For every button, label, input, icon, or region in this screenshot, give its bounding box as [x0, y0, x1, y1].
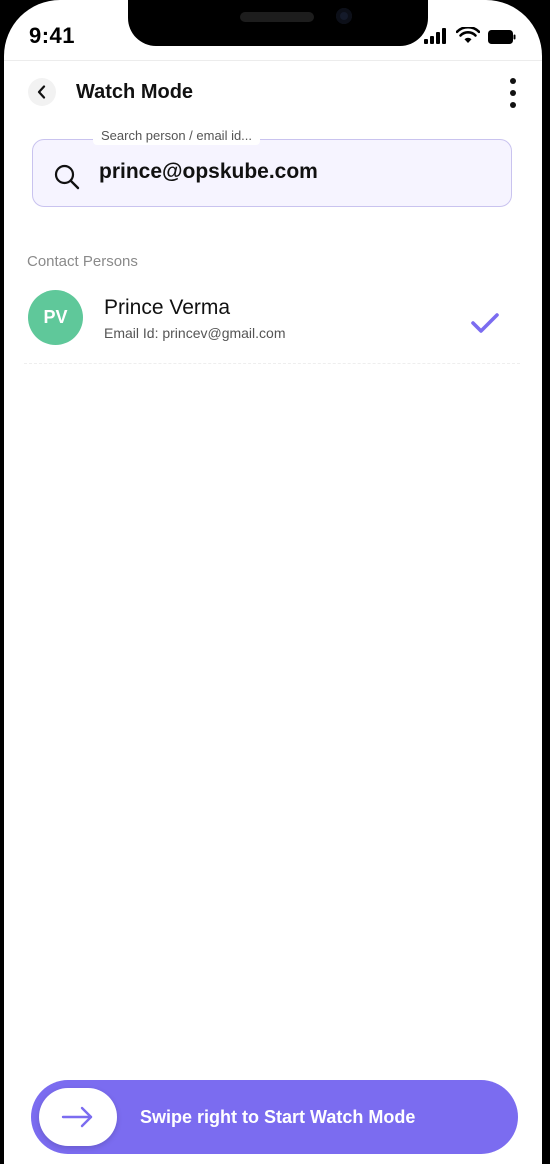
status-divider — [4, 60, 542, 61]
cellular-signal-icon — [424, 28, 446, 44]
battery-icon — [488, 30, 516, 44]
avatar: PV — [28, 290, 83, 345]
search-field[interactable]: Search person / email id... — [32, 126, 512, 207]
status-icons — [424, 27, 516, 44]
app-header: Watch Mode — [4, 72, 542, 114]
swipe-handle[interactable] — [39, 1088, 117, 1146]
search-label: Search person / email id... — [93, 126, 261, 145]
page-title: Watch Mode — [76, 81, 194, 103]
section-title: Contact Persons — [27, 253, 138, 270]
more-dot-icon — [510, 78, 516, 84]
contact-list-item[interactable]: PV Prince Verma Email Id: princev@gmail.… — [24, 285, 520, 364]
more-options-button[interactable] — [506, 78, 520, 108]
arrow-right-icon — [61, 1106, 93, 1128]
check-icon[interactable] — [470, 311, 500, 335]
wifi-icon — [456, 27, 480, 43]
camera — [336, 8, 352, 24]
chevron-left-icon — [37, 85, 46, 99]
swipe-to-start-bar[interactable]: Swipe right to Start Watch Mode — [31, 1080, 518, 1154]
notch — [128, 0, 428, 46]
search-icon — [54, 164, 80, 190]
status-time: 9:41 — [29, 23, 76, 48]
contact-name: Prince Verma — [104, 296, 231, 319]
speaker — [240, 12, 314, 22]
contact-email: Email Id: princev@gmail.com — [104, 325, 286, 341]
swipe-label: Swipe right to Start Watch Mode — [140, 1107, 416, 1127]
more-dot-icon — [510, 90, 516, 96]
more-dot-icon — [510, 102, 516, 108]
phone-screen: 9:41 Watch Mode Search person / email id… — [4, 0, 542, 1164]
search-input[interactable] — [99, 160, 489, 184]
back-button[interactable] — [28, 78, 56, 106]
